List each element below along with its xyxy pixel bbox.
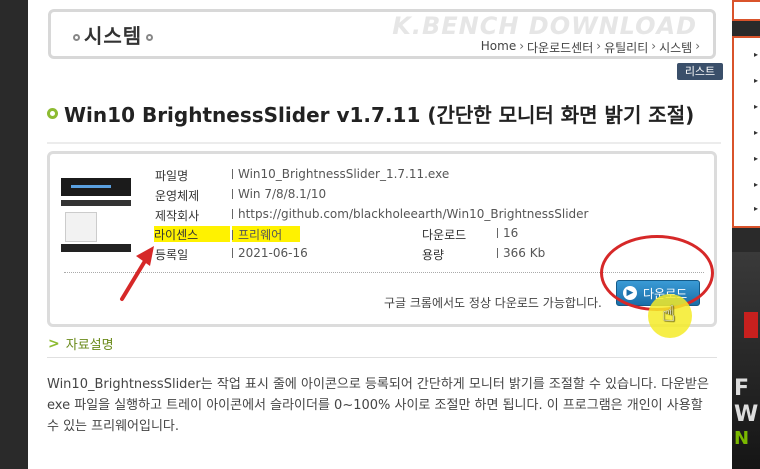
ad-red-block (744, 312, 758, 338)
breadcrumb-system[interactable]: 시스템 (659, 39, 692, 56)
sidebar-arrow-icon[interactable]: ▸ (754, 102, 758, 111)
ad-letter: W (734, 402, 759, 427)
breadcrumb-separator-icon: › (596, 39, 602, 53)
program-title-row: Win10 BrightnessSlider v1.7.11 (간단한 모니터 … (47, 99, 694, 128)
ad-letter: F (734, 376, 750, 401)
breadcrumb-download-center[interactable]: 다운로드센터 (527, 39, 593, 56)
title-divider (47, 142, 721, 144)
field-label-os: 운영체제 (155, 189, 200, 203)
title-bullet-icon (47, 108, 58, 119)
field-label-license: 라이센스 (154, 226, 230, 242)
bullet-dot-icon (146, 34, 154, 41)
field-value-os: Win 7/8/8.1/10 (232, 187, 326, 201)
bullet-dot-icon (73, 34, 80, 41)
category-title-text: 시스템 (84, 24, 143, 48)
sidebar-arrow-icon[interactable]: ▸ (754, 180, 758, 189)
breadcrumb-separator-icon: › (651, 39, 657, 53)
field-value-downloads: 16 (497, 226, 518, 240)
right-sidebar: ▸ ▸ ▸ ▸ ▸ ▸ ▸ F W N (732, 0, 760, 469)
section-divider (47, 357, 717, 358)
description-section-header: > 자료설명 (48, 334, 114, 354)
sidebar-arrow-icon[interactable]: ▸ (754, 50, 758, 59)
field-label-filename: 파일명 (155, 169, 189, 183)
watermark-text: K.BENCH DOWNLOAD (392, 12, 697, 40)
breadcrumb-separator-icon: › (519, 39, 525, 53)
program-title: Win10 BrightnessSlider v1.7.11 (간단한 모니터 … (64, 103, 695, 127)
hand-cursor-icon: ☝ (662, 302, 676, 327)
ad-green-text: N (734, 428, 750, 449)
sidebar-arrow-icon[interactable]: ▸ (754, 154, 758, 163)
field-value-filename: Win10_BrightnessSlider_1.7.11.exe (232, 167, 449, 181)
breadcrumb-separator-icon: › (695, 39, 700, 53)
field-value-size: 366 Kb (497, 246, 545, 260)
field-label-downloads: 다운로드 (422, 228, 467, 242)
list-button[interactable]: 리스트 (677, 63, 723, 80)
chrome-download-note: 구글 크롬에서도 정상 다운로드 가능합니다. (384, 296, 602, 310)
breadcrumb-home[interactable]: Home (481, 39, 516, 56)
chevron-right-icon: > (48, 335, 60, 352)
sidebar-box-top (732, 0, 760, 21)
field-label-size: 용량 (422, 248, 445, 262)
field-value-license: 프리웨어 (232, 226, 300, 242)
program-description: Win10_BrightnessSlider는 작업 표시 줄에 아이콘으로 등… (47, 377, 709, 434)
field-value-vendor[interactable]: https://github.com/blackholeearth/Win10_… (232, 207, 588, 221)
field-value-date: 2021-06-16 (232, 246, 308, 260)
sidebar-advertisement[interactable]: F W N (732, 252, 760, 469)
breadcrumb-utility[interactable]: 유틸리티 (604, 39, 648, 56)
sidebar-arrow-icon[interactable]: ▸ (754, 76, 758, 85)
sidebar-arrow-icon[interactable]: ▸ (754, 204, 758, 213)
sidebar-arrow-icon[interactable]: ▸ (754, 128, 758, 137)
sidebar-link-list: ▸ ▸ ▸ ▸ ▸ ▸ ▸ (732, 36, 760, 228)
content-area: K.BENCH DOWNLOAD 시스템 Home › 다운로드센터 › 유틸리티 ›… (28, 0, 732, 469)
program-screenshot-thumbnail[interactable] (61, 172, 131, 252)
section-label: 자료설명 (65, 338, 114, 353)
breadcrumb: Home › 다운로드센터 › 유틸리티 › 시스템 › (481, 39, 703, 56)
field-label-vendor: 제작회사 (155, 209, 200, 223)
category-title: 시스템 (69, 20, 157, 49)
category-header: K.BENCH DOWNLOAD 시스템 Home › 다운로드센터 › 유틸리티 ›… (48, 9, 716, 59)
red-arrow-annotation-icon (120, 246, 154, 301)
